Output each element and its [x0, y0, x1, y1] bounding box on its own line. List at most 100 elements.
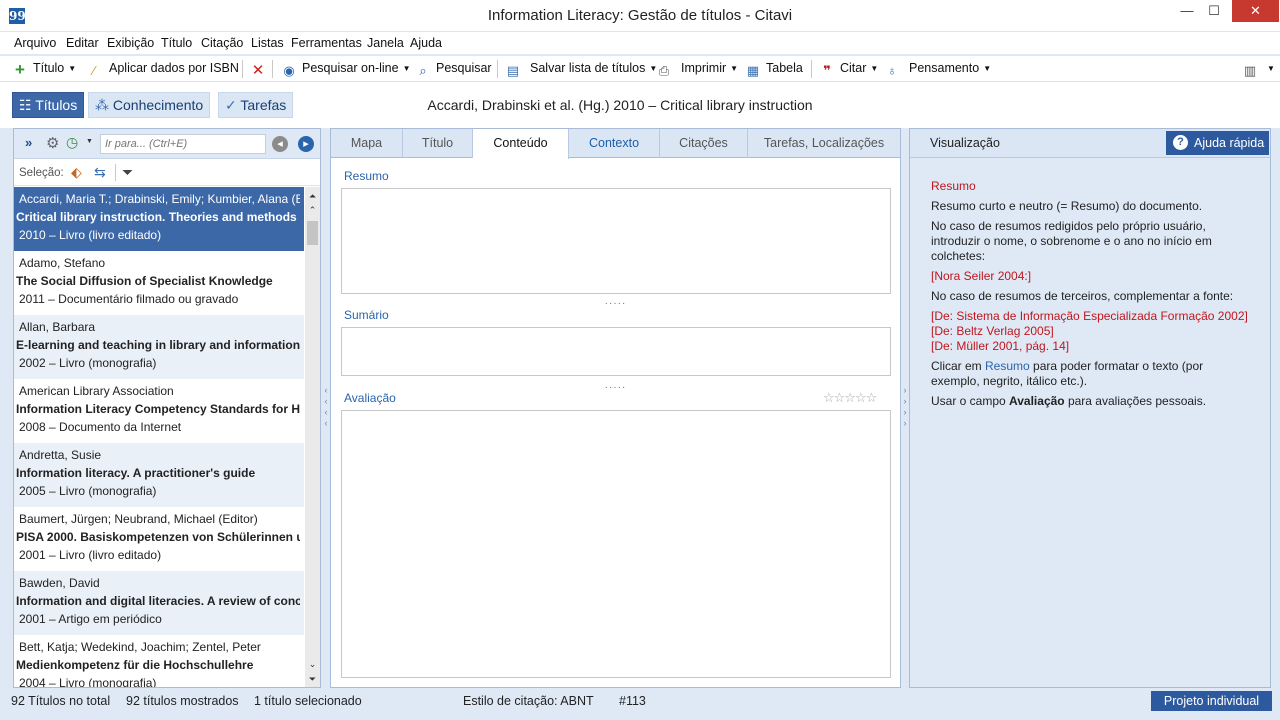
- menu-exibicao[interactable]: Exibição: [107, 36, 154, 50]
- save-list-button[interactable]: ▤ Salvar lista de títulos ▼: [505, 61, 657, 79]
- selection-tag-icon[interactable]: ⬖: [71, 164, 82, 181]
- help-text: Usar o campo: [931, 394, 1010, 408]
- selection-list-icon[interactable]: ⇆: [94, 164, 106, 181]
- minimize-button[interactable]: —: [1172, 0, 1202, 22]
- rating-stars[interactable]: ☆☆☆☆☆: [823, 390, 877, 406]
- layout-button[interactable]: ▥ ▼: [1242, 61, 1275, 79]
- cite-button[interactable]: ❞ Citar ▼: [819, 61, 878, 79]
- editor-tabs: Mapa Título Conteúdo Contexto Citações T…: [331, 129, 900, 159]
- tab-titulos[interactable]: ☷ Títulos: [12, 92, 85, 118]
- tab-mapa[interactable]: Mapa: [331, 129, 403, 158]
- tab-conteudo[interactable]: Conteúdo: [473, 129, 569, 159]
- chevron-down-icon: ▼: [402, 64, 411, 73]
- help-bold-text: Avaliação: [1009, 394, 1065, 408]
- cite-label: Citar: [840, 61, 867, 75]
- help-paragraph: No caso de resumos de terceiros, complem…: [931, 289, 1234, 303]
- menu-janela[interactable]: Janela: [367, 36, 404, 50]
- reference-title: Critical library instruction. Theories a…: [16, 210, 297, 224]
- menu-ferramentas[interactable]: Ferramentas: [291, 36, 362, 50]
- reference-year-type: 2011 – Documentário filmado ou gravado: [19, 292, 239, 306]
- help-example-line: [De: Müller 2001, pág. 14]: [931, 339, 1070, 353]
- list-scrollbar[interactable]: ⏶ ⌃ ⌄ ⏷: [305, 187, 320, 687]
- search-online-button[interactable]: ◉ Pesquisar on-line ▼: [281, 61, 411, 79]
- list-item[interactable]: Adamo, Stefano The Social Diffusion of S…: [14, 251, 304, 315]
- list-item[interactable]: Baumert, Jürgen; Neubrand, Michael (Edit…: [14, 507, 304, 571]
- status-bar: 92 Títulos no total 92 títulos mostrados…: [0, 689, 1280, 720]
- sumario-field[interactable]: [341, 327, 891, 376]
- back-icon[interactable]: ◂: [272, 136, 288, 152]
- table-button[interactable]: ▦ Tabela: [745, 61, 803, 79]
- list-item[interactable]: Allan, Barbara E-learning and teaching i…: [14, 315, 304, 379]
- resize-handle[interactable]: ·····: [331, 298, 900, 309]
- list-item[interactable]: American Library Association Information…: [14, 379, 304, 443]
- forward-icon[interactable]: ▸: [298, 136, 314, 152]
- menu-ajuda[interactable]: Ajuda: [410, 36, 442, 50]
- chevron-down-icon: ▼: [68, 64, 77, 73]
- scroll-down-icon[interactable]: ⌄: [305, 657, 320, 671]
- scroll-thumb[interactable]: [307, 221, 318, 245]
- list-item[interactable]: Accardi, Maria T.; Drabinski, Emily; Kum…: [14, 187, 304, 251]
- resize-handle[interactable]: ·····: [331, 382, 900, 393]
- status-selected: 1 título selecionado: [254, 694, 362, 708]
- reference-title: E-learning and teaching in library and i…: [16, 338, 300, 352]
- tab-titulo[interactable]: Título: [403, 129, 473, 158]
- resumo-label[interactable]: Resumo: [344, 169, 389, 183]
- table-icon: ▦: [746, 63, 760, 78]
- goto-search-input[interactable]: [100, 134, 266, 154]
- maximize-button[interactable]: ☐: [1199, 0, 1229, 22]
- tab-tarefas-localizacoes[interactable]: Tarefas, Localizações: [748, 129, 900, 158]
- selection-bar: Seleção: ⬖ ⇆ ⏷: [14, 160, 320, 186]
- add-title-button[interactable]: + Título ▼: [12, 61, 76, 78]
- menu-arquivo[interactable]: Arquivo: [14, 36, 56, 50]
- help-example: [Nora Seiler 2004:]: [931, 269, 1032, 283]
- left-splitter[interactable]: ‹ ‹ ‹ ‹: [323, 385, 329, 431]
- status-shown: 92 títulos mostrados: [126, 694, 239, 708]
- list-item[interactable]: Bawden, David Information and digital li…: [14, 571, 304, 635]
- status-citation-style[interactable]: Estilo de citação: ABNT: [463, 694, 594, 708]
- list-item[interactable]: Bett, Katja; Wedekind, Joachim; Zentel, …: [14, 635, 304, 687]
- right-splitter[interactable]: › › › ›: [902, 385, 908, 431]
- status-total: 92 Títulos no total: [11, 694, 111, 708]
- toolbar: + Título ▼ ⁄ Aplicar dados por ISBN ✕ ◉ Pesq…: [0, 56, 1280, 82]
- tab-contexto[interactable]: Contexto: [569, 129, 660, 158]
- gear-icon[interactable]: ⚙: [46, 134, 59, 152]
- print-button[interactable]: ⎙ Imprimir ▼: [656, 61, 738, 79]
- expand-icon[interactable]: »: [25, 135, 32, 150]
- preview-title: Visualização: [930, 136, 1000, 150]
- help-example: [De: Sistema de Informação Especializada…: [931, 309, 1251, 354]
- menu-editar[interactable]: Editar: [66, 36, 99, 50]
- tab-tarefas[interactable]: ✓ Tarefas: [218, 92, 294, 118]
- delete-button[interactable]: ✕: [250, 61, 271, 79]
- chevron-down-icon[interactable]: ▼: [86, 138, 93, 145]
- search-button[interactable]: ⌕ Pesquisar: [415, 61, 491, 79]
- reference-list: Accardi, Maria T.; Drabinski, Emily; Kum…: [14, 187, 304, 687]
- resumo-link[interactable]: Resumo: [985, 359, 1030, 373]
- reference-authors: Accardi, Maria T.; Drabinski, Emily; Kum…: [19, 192, 300, 206]
- close-button[interactable]: ✕: [1232, 0, 1279, 22]
- idea-button[interactable]: ♁ Pensamento ▼: [884, 61, 991, 79]
- menu-citacao[interactable]: Citação: [201, 36, 243, 50]
- sumario-label[interactable]: Sumário: [344, 308, 389, 322]
- resumo-field[interactable]: [341, 188, 891, 294]
- quick-help-button[interactable]: ? Ajuda rápida: [1166, 131, 1269, 155]
- scroll-up-icon[interactable]: ⌃: [305, 203, 320, 217]
- filter-icon[interactable]: ⏷: [122, 164, 133, 181]
- avaliacao-label[interactable]: Avaliação: [344, 391, 396, 405]
- isbn-button[interactable]: ⁄ Aplicar dados por ISBN: [86, 61, 239, 79]
- tasks-icon: ✓: [225, 97, 237, 113]
- project-type-button[interactable]: Projeto individual: [1151, 691, 1272, 711]
- scroll-bottom-icon[interactable]: ⏷: [305, 672, 320, 686]
- menu-listas[interactable]: Listas: [251, 36, 284, 50]
- tab-citacoes[interactable]: Citações: [660, 129, 748, 158]
- list-item[interactable]: Andretta, Susie Information literacy. A …: [14, 443, 304, 507]
- scroll-top-icon[interactable]: ⏶: [305, 189, 320, 203]
- tab-conhecimento[interactable]: ⁂ Conhecimento: [88, 92, 211, 118]
- preview-panel: Visualização ? Ajuda rápida Resumo Resumo…: [909, 128, 1271, 688]
- avaliacao-field[interactable]: [341, 410, 891, 678]
- reference-list-panel: » ⚙ ◷ ▼ ◂ ▸ Seleção: ⬖ ⇆ ⏷ Accardi, Mari…: [13, 128, 321, 688]
- history-icon[interactable]: ◷: [66, 134, 78, 151]
- reference-year-type: 2004 – Livro (monografia): [19, 676, 157, 687]
- menu-titulo[interactable]: Título: [161, 36, 192, 50]
- idea-icon: ♁: [887, 63, 897, 78]
- toolbar-separator: [497, 60, 498, 78]
